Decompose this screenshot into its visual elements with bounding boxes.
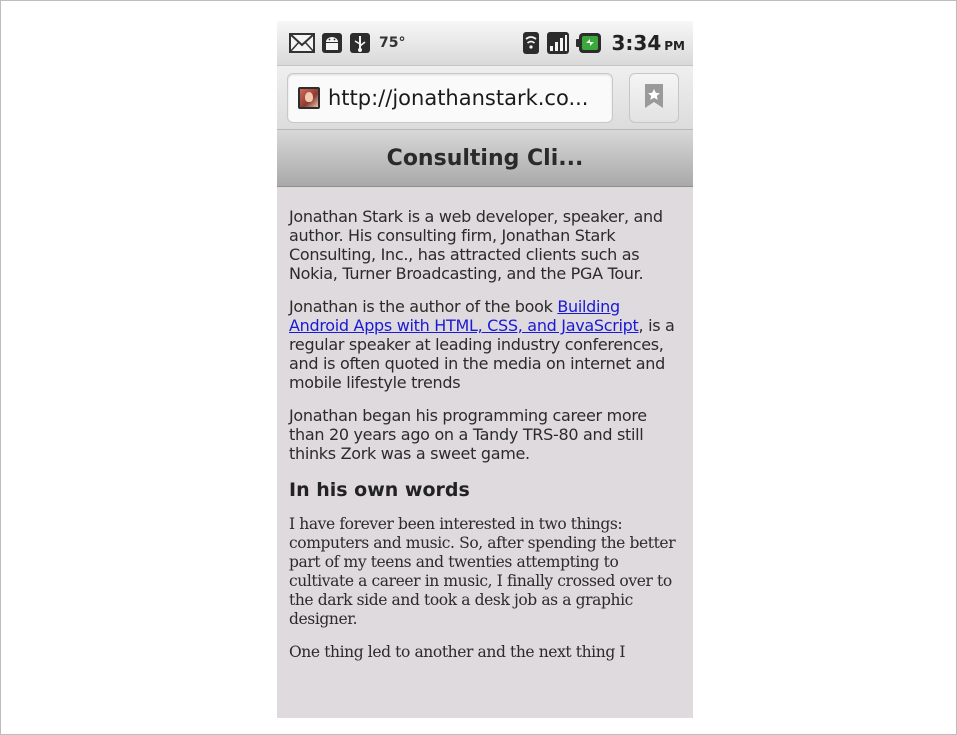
clock-time: 3:34: [611, 31, 662, 55]
android-icon: [321, 32, 343, 54]
browser-toolbar: http://jonathanstark.co...: [277, 66, 693, 130]
page-title: Consulting Cli...: [386, 145, 584, 171]
favicon-icon: [298, 86, 320, 109]
bio-paragraph-2: Jonathan is the author of the book Build…: [289, 297, 681, 392]
page-title-bar: Consulting Cli...: [277, 130, 693, 187]
figure-frame: 75° 3:34 PM http://jonathanstark.co... C…: [0, 0, 957, 735]
bio-paragraph-2-start: Jonathan is the author of the book: [289, 297, 558, 316]
bio-paragraph-3: Jonathan began his programming career mo…: [289, 406, 647, 463]
signal-icon: [546, 31, 570, 55]
bio-paragraph-1: Jonathan Stark is a web developer, speak…: [289, 207, 663, 283]
clock-ampm: PM: [664, 38, 685, 53]
status-bar-system: 3:34 PM: [522, 31, 685, 55]
section-heading: In his own words: [289, 479, 470, 501]
mail-icon: [289, 33, 315, 53]
usb-icon: [349, 32, 371, 54]
quote-paragraph-1: I have forever been interested in two th…: [289, 515, 676, 628]
battery-icon: [575, 32, 602, 54]
page-content: Jonathan Stark is a web developer, speak…: [277, 187, 693, 662]
phone-screen: 75° 3:34 PM http://jonathanstark.co... C…: [277, 21, 693, 718]
bookmark-icon: [643, 83, 665, 113]
status-bar: 75° 3:34 PM: [277, 21, 693, 66]
quote-paragraph-2: One thing led to another and the next th…: [289, 643, 626, 661]
wifi-icon: [522, 31, 540, 55]
url-text: http://jonathanstark.co...: [328, 85, 589, 110]
status-bar-notifications: 75°: [289, 32, 405, 54]
temperature-text: 75°: [379, 35, 406, 51]
bookmark-button[interactable]: [629, 72, 679, 123]
url-field[interactable]: http://jonathanstark.co...: [287, 72, 613, 123]
